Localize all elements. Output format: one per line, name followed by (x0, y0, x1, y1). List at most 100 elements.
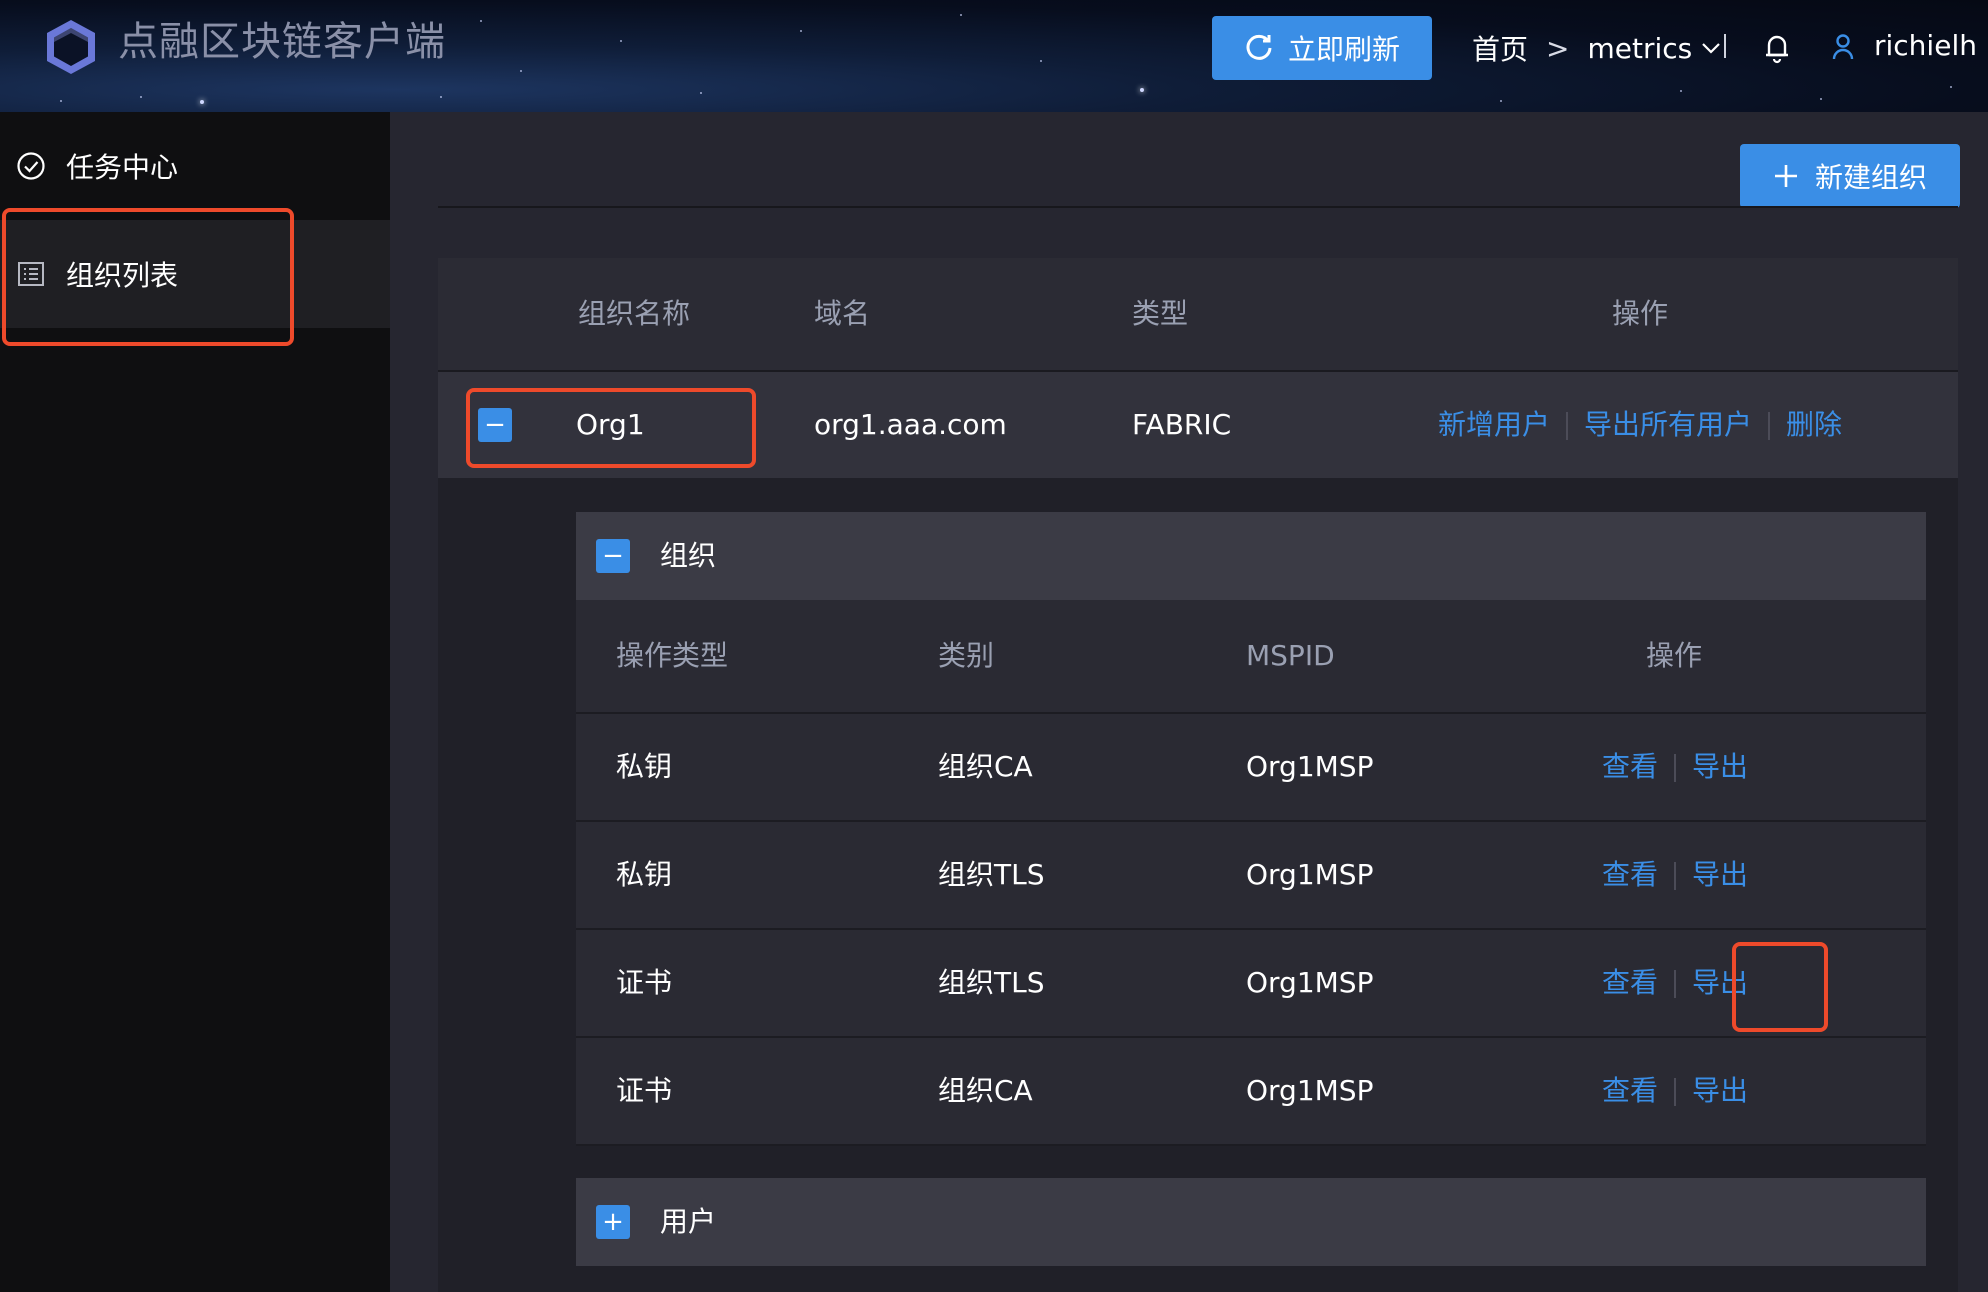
category: 组织TLS (938, 966, 1045, 999)
expand-user-panel-button[interactable]: + (596, 1205, 630, 1239)
new-org-label: 新建组织 (1814, 161, 1927, 194)
mspid: Org1MSP (1246, 966, 1374, 999)
star-decoration (960, 14, 962, 16)
user-icon (1832, 34, 1854, 60)
row-actions: 新增用户 导出所有用户 删除 (1438, 372, 1842, 478)
row-ops: 查看 导出 (1602, 1038, 1748, 1144)
sidebar-item-org-list[interactable]: 组织列表 (0, 220, 390, 328)
star-decoration (200, 100, 204, 104)
username[interactable]: richielh (1874, 28, 1977, 64)
export-all-users-link[interactable]: 导出所有用户 (1584, 408, 1752, 441)
table-row: 私钥 组织TLS Org1MSP 查看 导出 (576, 822, 1926, 930)
breadcrumb-home[interactable]: 首页 (1472, 28, 1528, 68)
action-separator (1768, 412, 1771, 440)
user-panel-header: + 用户 (576, 1178, 1926, 1266)
chevron-down-icon[interactable] (1700, 37, 1722, 59)
org-panel: − 组织 操作类型 类别 MSPID 操作 私钥 组织CA Org1MSP 查看… (576, 512, 1926, 1146)
sidebar-item-task-center[interactable]: 任务中心 (0, 112, 390, 220)
table-row: − Org1 org1.aaa.com FABRIC 新增用户 导出所有用户 删除 (438, 372, 1958, 478)
export-link[interactable]: 导出 (1692, 966, 1748, 999)
star-decoration (520, 70, 522, 72)
action-separator (1674, 862, 1677, 890)
breadcrumb: 首页 > metrics (1472, 28, 1722, 68)
refresh-label: 立即刷新 (1287, 33, 1400, 66)
org-panel-table-header: 操作类型 类别 MSPID 操作 (576, 600, 1926, 714)
star-decoration (800, 30, 802, 32)
view-link[interactable]: 查看 (1602, 750, 1658, 783)
sidebar-item-label: 组织列表 (66, 259, 179, 292)
table-row: 证书 组织CA Org1MSP 查看 导出 (576, 1038, 1926, 1146)
app-title: 点融区块链客户端 (118, 19, 446, 65)
collapse-org-panel-button[interactable]: − (596, 539, 630, 573)
org-name: Org1 (576, 408, 645, 441)
star-decoration (440, 96, 442, 98)
export-link[interactable]: 导出 (1692, 750, 1748, 783)
action-separator (1674, 754, 1677, 782)
column-header-ops: 操作 (1646, 639, 1703, 672)
plus-icon (1774, 165, 1797, 187)
star-decoration (60, 100, 62, 102)
action-separator (1566, 412, 1569, 440)
org-panel-title: 组织 (660, 539, 717, 572)
add-user-link[interactable]: 新增用户 (1438, 408, 1550, 441)
org-table: 组织名称 域名 类型 操作 − Org1 org1.aaa.com FABRIC… (438, 258, 1958, 1292)
breadcrumb-separator: > (1546, 31, 1570, 65)
mspid: Org1MSP (1246, 750, 1374, 783)
star-decoration (1500, 100, 1502, 102)
star-decoration (1820, 98, 1822, 100)
category: 组织CA (938, 1074, 1033, 1107)
op-type: 私钥 (616, 858, 673, 891)
star-decoration (480, 20, 482, 22)
op-type: 证书 (616, 966, 673, 999)
column-header-actions: 操作 (1612, 297, 1669, 330)
collapse-row-button[interactable]: − (478, 408, 512, 442)
row-ops: 查看 导出 (1602, 930, 1748, 1036)
column-header-mspid: MSPID (1246, 639, 1335, 672)
view-link[interactable]: 查看 (1602, 966, 1658, 999)
refresh-button[interactable]: 立即刷新 (1212, 16, 1432, 80)
header-divider (1724, 34, 1726, 58)
op-type: 私钥 (616, 750, 673, 783)
mspid: Org1MSP (1246, 858, 1374, 891)
user-panel-title: 用户 (660, 1205, 717, 1238)
action-separator (1674, 1078, 1677, 1106)
star-decoration (1680, 90, 1682, 92)
check-circle-icon (17, 152, 45, 180)
column-header-type: 类型 (1132, 297, 1189, 330)
user-panel: + 用户 (576, 1178, 1926, 1266)
org-table-header: 组织名称 域名 类型 操作 (438, 258, 1958, 372)
row-ops: 查看 导出 (1602, 822, 1748, 928)
column-header-op-type: 操作类型 (616, 639, 729, 672)
divider (438, 206, 1958, 208)
new-org-button[interactable]: 新建组织 (1740, 144, 1960, 208)
star-decoration (1950, 86, 1952, 88)
bell-icon[interactable] (1762, 32, 1792, 64)
org-panel-header: − 组织 (576, 512, 1926, 600)
sidebar-item-label: 任务中心 (66, 151, 179, 184)
table-row: 证书 组织TLS Org1MSP 查看 导出 (576, 930, 1926, 1038)
breadcrumb-current[interactable]: metrics (1587, 32, 1692, 65)
view-link[interactable]: 查看 (1602, 1074, 1658, 1107)
star-decoration (700, 92, 702, 94)
star-decoration (140, 96, 142, 98)
action-separator (1674, 970, 1677, 998)
star-decoration (1040, 60, 1042, 62)
top-header: 点融区块链客户端 立即刷新 首页 > metrics richielh (0, 0, 1988, 112)
sidebar: 任务中心 组织列表 (0, 112, 390, 1292)
column-header-domain: 域名 (814, 297, 871, 330)
column-header-org-name: 组织名称 (578, 297, 691, 330)
star-decoration (1140, 88, 1144, 92)
row-ops: 查看 导出 (1602, 714, 1748, 820)
star-decoration (620, 40, 622, 42)
refresh-icon (1246, 34, 1272, 60)
table-row: 私钥 组织CA Org1MSP 查看 导出 (576, 714, 1926, 822)
category: 组织TLS (938, 858, 1045, 891)
export-link[interactable]: 导出 (1692, 858, 1748, 891)
app-logo-icon (47, 20, 95, 74)
op-type: 证书 (616, 1074, 673, 1107)
export-link[interactable]: 导出 (1692, 1074, 1748, 1107)
delete-link[interactable]: 删除 (1786, 408, 1842, 441)
mspid: Org1MSP (1246, 1074, 1374, 1107)
org-type: FABRIC (1132, 408, 1232, 441)
view-link[interactable]: 查看 (1602, 858, 1658, 891)
